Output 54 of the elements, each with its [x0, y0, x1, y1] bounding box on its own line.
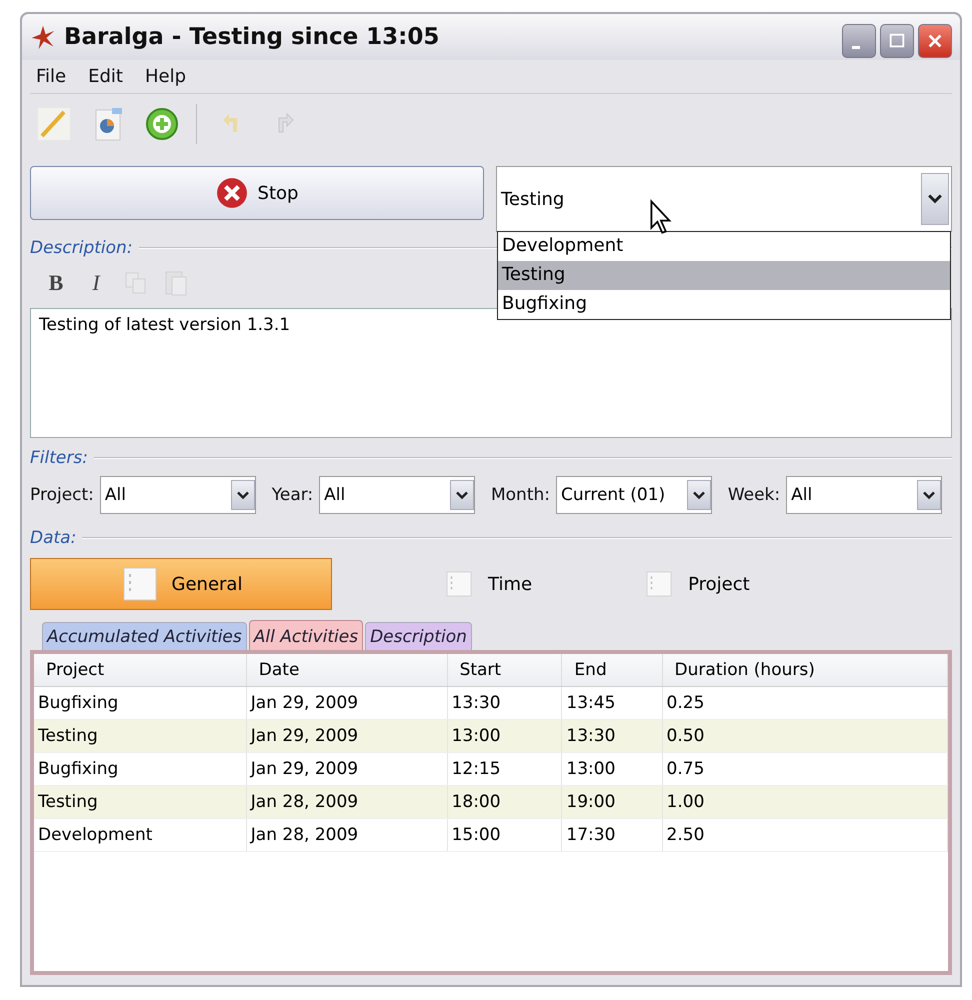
tab[interactable]: Accumulated Activities — [42, 622, 247, 651]
filter-label: Month: — [490, 485, 550, 505]
view-toggle-button[interactable]: Time — [442, 569, 532, 599]
dropdown-option[interactable]: Testing — [498, 261, 950, 290]
table-cell: 0.50 — [662, 720, 948, 752]
column-header[interactable]: Start — [447, 654, 562, 686]
view-toggle-button[interactable]: Project — [642, 569, 750, 599]
filter-dropdown[interactable]: All — [786, 476, 942, 514]
minimize-button[interactable] — [842, 24, 876, 58]
column-header[interactable]: End — [562, 654, 662, 686]
filter-label: Project: — [30, 485, 94, 505]
section-label: Filters: — [30, 448, 88, 468]
menu-item[interactable]: Help — [144, 66, 186, 87]
menu-item[interactable]: Edit — [88, 66, 123, 87]
maximize-button[interactable] — [880, 24, 914, 58]
bold-button[interactable]: B — [42, 268, 70, 298]
table-cell: 2.50 — [662, 818, 948, 852]
stop-icon — [216, 177, 248, 209]
tab[interactable]: Description — [365, 622, 472, 651]
table-cell: 17:30 — [562, 818, 662, 852]
table-cell: 13:00 — [447, 720, 562, 752]
table-cell: 19:00 — [562, 786, 662, 818]
window-title: Baralga - Testing since 13:05 — [64, 24, 440, 50]
filter-label: Week: — [728, 485, 780, 505]
tab[interactable]: All Activities — [248, 620, 364, 651]
menu-item[interactable]: File — [36, 66, 66, 87]
table-cell: Development — [34, 818, 246, 852]
section-label: Data: — [30, 528, 76, 548]
dropdown-option[interactable]: Development — [498, 232, 950, 261]
stop-button[interactable]: Stop — [30, 166, 484, 220]
close-icon — [926, 32, 944, 50]
table-cell: 15:00 — [447, 818, 562, 852]
table-cell: Testing — [34, 786, 246, 818]
close-button[interactable] — [918, 24, 952, 58]
table-cell: 13:30 — [562, 720, 662, 752]
filter-dropdown[interactable]: Current (01) — [556, 476, 712, 514]
filter-label: Year: — [272, 485, 314, 505]
star-logo-icon — [30, 24, 56, 50]
column-header[interactable]: Date — [246, 654, 448, 686]
table-cell: 18:00 — [447, 786, 562, 818]
filter-dropdown[interactable]: All — [100, 476, 256, 514]
minimize-icon — [852, 46, 860, 48]
table-cell: 1.00 — [662, 786, 948, 818]
table-cell: Jan 28, 2009 — [246, 786, 448, 818]
maximize-icon — [888, 32, 906, 50]
filter-dropdown[interactable]: All — [319, 476, 475, 514]
italic-button[interactable]: I — [82, 268, 110, 298]
table-cell: Jan 29, 2009 — [246, 720, 448, 752]
table-cell: Jan 28, 2009 — [246, 818, 448, 852]
section-label: Description: — [30, 238, 133, 258]
column-header[interactable]: Duration (hours) — [662, 654, 948, 686]
table-cell: Testing — [34, 720, 246, 752]
view-toggle-button[interactable]: General — [30, 558, 332, 610]
column-header[interactable]: Project — [34, 654, 246, 686]
